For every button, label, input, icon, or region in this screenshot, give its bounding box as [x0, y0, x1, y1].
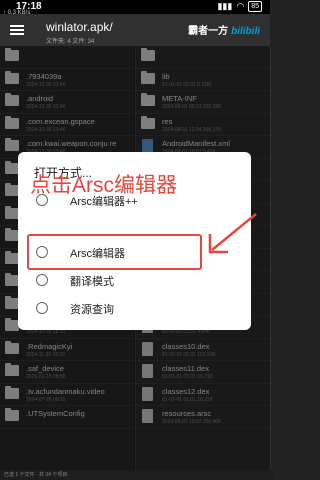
app-bar: winlator.apk/ 文件夹: 4 文件: 34 霸者一方 bilibili	[0, 14, 270, 46]
watermark: 霸者一方 bilibili	[188, 22, 260, 37]
option-translate-mode[interactable]: 翻译模式	[18, 266, 251, 296]
option-label: 翻译模式	[70, 276, 114, 288]
radio-icon[interactable]	[36, 302, 48, 314]
bottom-status: 已选 1 个文件 · 共 34 个项目	[0, 470, 274, 480]
path-subtitle: 文件夹: 4 文件: 34	[46, 39, 95, 45]
path-title: winlator.apk/	[46, 20, 113, 34]
bilibili-logo: bilibili	[231, 26, 260, 37]
battery-icon: 85	[248, 1, 262, 12]
annotation-text: 点击Arsc编辑器	[30, 174, 177, 197]
watermark-name: 霸者一方	[188, 26, 229, 37]
menu-icon[interactable]	[10, 25, 24, 35]
status-icons: ▮▮▮ ◠ 85	[217, 1, 262, 12]
status-bar: 17:18 ↑ 0.3 KB/s ▮▮▮ ◠ 85	[0, 0, 270, 16]
wifi-icon: ◠	[236, 1, 245, 11]
radio-icon[interactable]	[36, 274, 48, 286]
option-label: 资源查询	[70, 304, 114, 316]
option-resource-query[interactable]: 资源查询	[18, 294, 251, 324]
pointer-arrow-icon	[208, 213, 257, 254]
highlight-box	[27, 234, 202, 270]
signal-icon: ▮▮▮	[217, 1, 233, 11]
